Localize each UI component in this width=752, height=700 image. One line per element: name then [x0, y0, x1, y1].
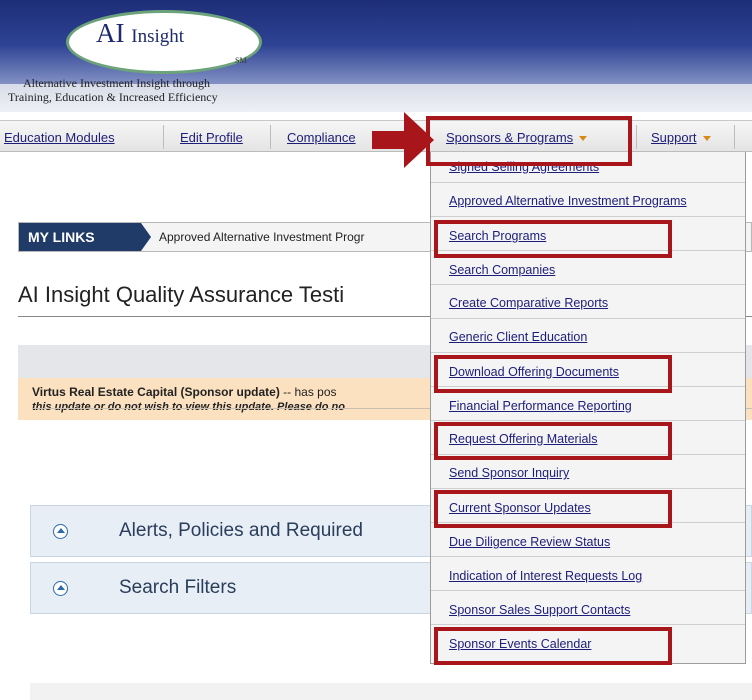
sponsors-programs-dropdown: Signed Selling Agreements Approved Alter…	[430, 152, 746, 664]
nav-compliance[interactable]: Compliance	[287, 130, 356, 145]
menu-item-approved-programs[interactable]: Approved Alternative Investment Programs	[449, 194, 687, 208]
logo-title-main: AI	[96, 18, 125, 48]
nav-sponsors-programs[interactable]: Sponsors & Programs	[446, 130, 588, 145]
menu-divider	[431, 624, 745, 625]
collapse-up-circle-icon[interactable]	[53, 524, 68, 539]
menu-divider	[431, 352, 745, 353]
menu-divider	[431, 556, 745, 557]
menu-divider	[431, 522, 745, 523]
menu-item-search-companies[interactable]: Search Companies	[449, 263, 555, 277]
tagline: Alternative Investment Insight through T…	[0, 76, 752, 104]
nav-divider	[734, 125, 735, 149]
notice-line-2: this update or do not wish to view this …	[32, 401, 345, 413]
menu-divider	[431, 182, 745, 183]
logo-title-small: Insight	[131, 26, 185, 47]
tagline-line-1: Alternative Investment Insight through	[23, 76, 210, 90]
menu-item-financial-performance[interactable]: Financial Performance Reporting	[449, 399, 632, 413]
menu-divider	[431, 386, 745, 387]
menu-divider	[431, 420, 745, 421]
logo-title: AI Insight	[96, 18, 246, 49]
menu-item-signed-selling-agreements[interactable]: Signed Selling Agreements	[449, 160, 599, 174]
nav-divider	[270, 125, 271, 149]
notice-text: -- has pos	[279, 385, 337, 399]
menu-item-sponsor-events-calendar[interactable]: Sponsor Events Calendar	[449, 637, 591, 651]
nav-education-modules[interactable]: Education Modules	[4, 130, 115, 145]
menu-item-current-sponsor-updates[interactable]: Current Sponsor Updates	[449, 501, 591, 515]
nav-sponsors-programs-label: Sponsors & Programs	[446, 130, 574, 145]
menu-item-generic-client-education[interactable]: Generic Client Education	[449, 330, 587, 344]
content-panel	[30, 683, 752, 700]
nav-edit-profile[interactable]: Edit Profile	[180, 130, 243, 145]
accordion-label: Alerts, Policies and Required	[119, 520, 363, 541]
menu-item-send-sponsor-inquiry[interactable]: Send Sponsor Inquiry	[449, 466, 569, 480]
tagline-line-2: Training, Education & Increased Efficien…	[8, 90, 218, 104]
caret-down-icon	[579, 136, 588, 142]
page-title: AI Insight Quality Assurance Testi	[18, 282, 345, 307]
caret-down-icon	[702, 136, 711, 142]
menu-item-sponsor-sales-support[interactable]: Sponsor Sales Support Contacts	[449, 603, 630, 617]
menu-divider	[431, 590, 745, 591]
notice-sponsor: Virtus Real Estate Capital (Sponsor upda…	[32, 385, 280, 399]
menu-item-request-offering-materials[interactable]: Request Offering Materials	[449, 432, 597, 446]
notice-line-1: Virtus Real Estate Capital (Sponsor upda…	[32, 385, 337, 399]
menu-divider	[431, 454, 745, 455]
nav-divider	[636, 125, 637, 149]
menu-item-search-programs[interactable]: Search Programs	[449, 229, 546, 243]
menu-divider	[431, 284, 745, 285]
menu-divider	[431, 250, 745, 251]
my-links-item[interactable]: Approved Alternative Investment Progr	[159, 230, 364, 244]
nav-support-label: Support	[651, 130, 697, 145]
menu-item-indication-of-interest-log[interactable]: Indication of Interest Requests Log	[449, 569, 642, 583]
site-header: AI Insight SM Alternative Investment Ins…	[0, 0, 752, 112]
menu-divider	[431, 216, 745, 217]
collapse-up-circle-icon[interactable]	[53, 581, 68, 596]
menu-divider	[431, 488, 745, 489]
arrow-right-icon-head	[404, 112, 434, 168]
logo-service-mark: SM	[235, 56, 247, 65]
nav-divider	[163, 125, 164, 149]
accordion-label: Search Filters	[119, 577, 237, 598]
my-links-tab[interactable]: MY LINKS	[19, 223, 151, 251]
nav-support[interactable]: Support	[651, 130, 711, 145]
menu-divider	[431, 318, 745, 319]
menu-item-due-diligence-status[interactable]: Due Diligence Review Status	[449, 535, 610, 549]
menu-item-download-offering-documents[interactable]: Download Offering Documents	[449, 365, 619, 379]
menu-item-comparative-reports[interactable]: Create Comparative Reports	[449, 296, 608, 310]
